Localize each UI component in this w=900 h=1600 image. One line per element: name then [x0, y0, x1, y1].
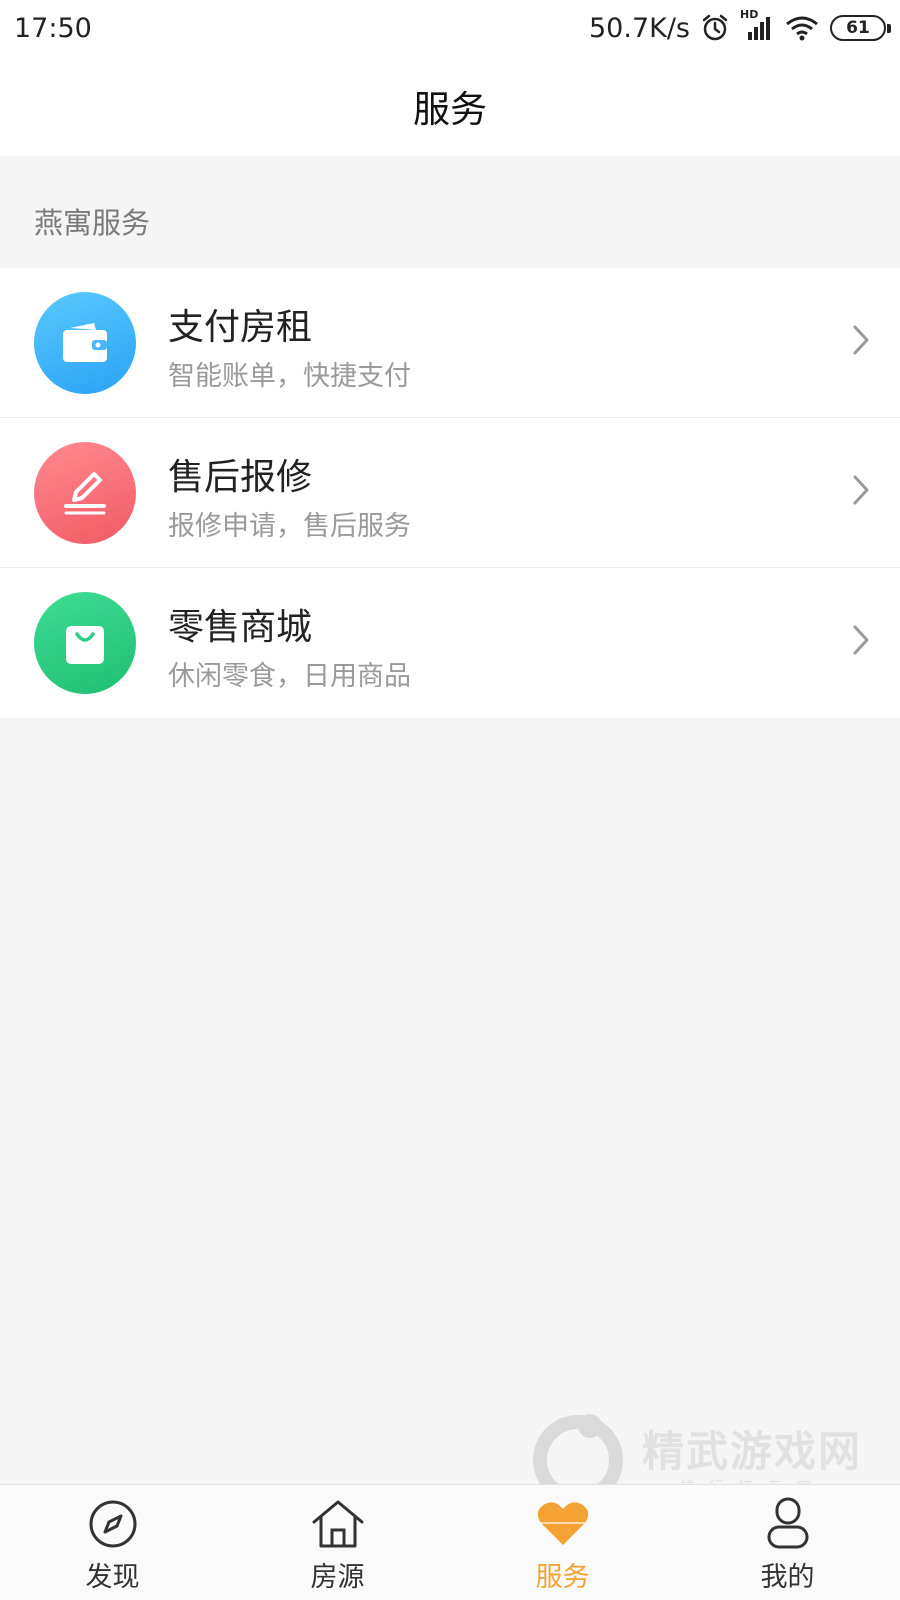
service-item-repair[interactable]: 售后报修 报修申请，售后服务 — [0, 418, 900, 568]
tab-discover[interactable]: 发现 — [0, 1485, 225, 1600]
tab-label: 发现 — [85, 1562, 140, 1593]
service-item-pay-rent[interactable]: 支付房租 智能账单，快捷支付 — [0, 268, 900, 418]
signal-hd-label: HD — [740, 8, 759, 21]
alarm-icon — [700, 13, 730, 43]
service-item-shop[interactable]: 零售商城 休闲零食，日用商品 — [0, 568, 900, 718]
service-title: 售后报修 — [168, 457, 313, 498]
house-icon — [310, 1497, 366, 1551]
chevron-right-icon — [852, 624, 870, 660]
pencil-icon — [34, 442, 136, 544]
tab-label: 服务 — [535, 1562, 590, 1593]
network-speed: 50.7K/s — [589, 12, 690, 44]
service-subtitle: 休闲零食，日用商品 — [168, 661, 411, 692]
shopping-bag-icon — [34, 592, 136, 694]
wifi-icon — [784, 14, 820, 42]
status-bar: 17:50 50.7K/s HD 61 — [0, 0, 900, 56]
tab-services[interactable]: 服务 — [450, 1485, 675, 1600]
service-title: 支付房租 — [168, 307, 313, 348]
tab-label: 房源 — [310, 1562, 365, 1593]
heart-icon — [535, 1497, 591, 1551]
service-subtitle: 智能账单，快捷支付 — [168, 361, 411, 392]
battery-level: 61 — [846, 18, 870, 38]
status-icons: 50.7K/s HD 61 — [589, 8, 891, 44]
watermark-text: 精武游戏网 — [642, 1427, 863, 1476]
service-subtitle: 报修申请，售后服务 — [168, 511, 411, 542]
person-icon — [765, 1497, 811, 1551]
wallet-icon — [34, 292, 136, 394]
tab-listings[interactable]: 房源 — [225, 1485, 450, 1600]
chevron-right-icon — [852, 324, 870, 360]
bottom-tab-bar: 发现 房源 服务 我的 — [0, 1484, 900, 1600]
compass-icon — [87, 1497, 139, 1551]
service-list: 支付房租 智能账单，快捷支付 售后报修 报修申请，售后服务 零售商城 休闲零食，… — [0, 268, 900, 718]
service-title: 零售商城 — [168, 607, 313, 648]
chevron-right-icon — [852, 474, 870, 510]
status-time: 17:50 — [14, 12, 92, 44]
page-header: 服务 — [0, 56, 900, 156]
tab-label: 我的 — [760, 1562, 815, 1593]
section-title: 燕寓服务 — [34, 206, 151, 240]
page-title: 服务 — [413, 88, 487, 131]
tab-profile[interactable]: 我的 — [675, 1485, 900, 1600]
battery-indicator: 61 — [830, 15, 891, 41]
cellular-signal-icon: HD — [740, 8, 774, 42]
